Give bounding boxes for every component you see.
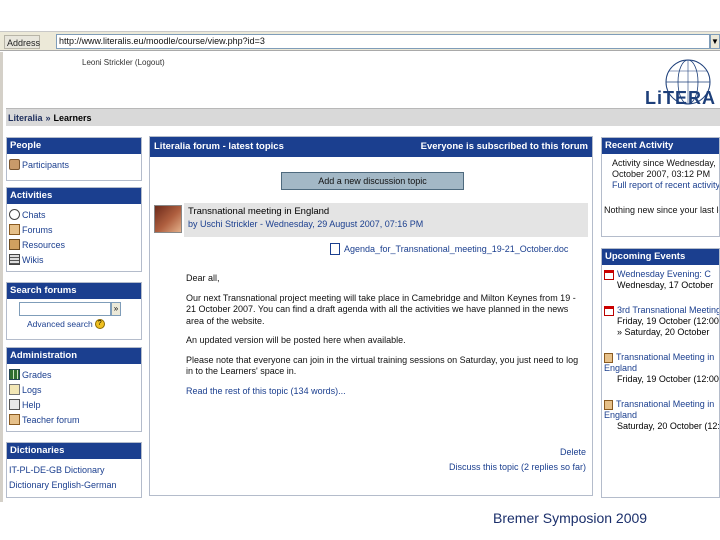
event-date: Wednesday, 17 October	[617, 280, 714, 290]
search-forums-title: Search forums	[7, 283, 141, 299]
grades-icon	[9, 369, 20, 380]
people-block-title: People	[7, 138, 141, 154]
logs-link[interactable]: Logs	[9, 382, 139, 397]
breadcrumb-current: Learners	[53, 113, 92, 123]
wiki-icon	[9, 254, 20, 265]
address-dropdown-icon[interactable]: ▼	[710, 34, 720, 49]
calendar-icon	[604, 269, 614, 280]
forum-latest-topics: Literalia forum - latest topics Everyone…	[149, 136, 593, 496]
read-rest-link[interactable]: Read the rest of this topic (134 words).…	[186, 386, 586, 398]
participants-link[interactable]: Participants	[9, 157, 139, 172]
administration-block: Administration Grades Logs Help Teacher …	[6, 347, 142, 432]
search-forums-block: Search forums » Advanced search ?	[6, 282, 142, 340]
forums-link[interactable]: Forums	[9, 222, 139, 237]
teacher-forum-link[interactable]: Teacher forum	[9, 412, 139, 427]
administration-title: Administration	[7, 348, 141, 364]
post-paragraph: Dear all,	[186, 273, 220, 283]
avatar[interactable]	[154, 205, 182, 233]
post-header: Transnational meeting in England by Usch…	[184, 203, 588, 237]
search-go-button[interactable]: »	[111, 302, 121, 316]
breadcrumb-separator: »	[45, 113, 51, 123]
document-icon	[330, 243, 340, 255]
calendar-icon	[604, 305, 614, 316]
event-date: » Saturday, 20 October	[617, 327, 710, 337]
post-subject: Transnational meeting in England	[188, 206, 330, 217]
forum-header: Literalia forum - latest topics Everyone…	[150, 137, 592, 157]
people-icon	[9, 159, 20, 170]
activity-since: Activity since Wednesday,	[612, 158, 716, 168]
address-label: Address	[4, 35, 40, 49]
post-paragraph: An updated version will be posted here w…	[186, 335, 406, 345]
nothing-new-text: Nothing new since your last login	[604, 205, 719, 215]
post-paragraph: Please note that everyone can join in th…	[186, 354, 579, 377]
post-byline[interactable]: by Uschi Strickler - Wednesday, 29 Augus…	[188, 219, 584, 229]
event-title[interactable]: Transnational Meeting in	[616, 352, 714, 363]
event-date: Friday, 19 October (12:00)	[617, 374, 720, 384]
teacher-forum-icon	[9, 414, 20, 425]
discuss-topic-link[interactable]: Discuss this topic (2 replies so far)	[449, 460, 586, 475]
breadcrumb-home-link[interactable]: Literalia	[8, 113, 43, 123]
event-title[interactable]: England	[604, 363, 637, 374]
event-title[interactable]: Wednesday Evening: C	[617, 269, 711, 280]
resources-link[interactable]: Resources	[9, 237, 139, 252]
upcoming-events-title: Upcoming Events	[602, 249, 719, 265]
address-bar: Address http://www.literalis.eu/moodle/c…	[0, 31, 720, 51]
event-item: Transnational Meeting in England Friday,…	[604, 352, 720, 385]
activity-since-date: October 2007, 03:12 PM	[612, 169, 711, 179]
help-icon[interactable]: ?	[94, 319, 105, 329]
add-discussion-button[interactable]: Add a new discussion topic	[281, 172, 464, 190]
breadcrumb: Literalia» Learners	[6, 108, 720, 126]
url-input[interactable]: http://www.literalis.eu/moodle/course/vi…	[56, 34, 710, 49]
recent-activity-title: Recent Activity	[602, 138, 719, 154]
event-icon	[604, 352, 613, 363]
dictionary-link[interactable]: Dictionary English-German	[9, 477, 139, 492]
logo-text: LiTERA	[645, 88, 716, 108]
wikis-link[interactable]: Wikis	[9, 252, 139, 267]
login-info[interactable]: Leoni Strickler (Logout)	[82, 58, 165, 67]
event-item: 3rd Transnational Meeting Friday, 19 Oct…	[604, 305, 720, 338]
activities-block-title: Activities	[7, 188, 141, 204]
advanced-search-link[interactable]: Advanced search	[27, 319, 93, 329]
event-title[interactable]: 3rd Transnational Meeting	[617, 305, 719, 316]
post-footer: Delete Discuss this topic (2 replies so …	[449, 445, 586, 475]
forum-post: Transnational meeting in England by Usch…	[152, 201, 590, 491]
event-title[interactable]: Transnational Meeting in	[616, 399, 714, 410]
resource-icon	[9, 239, 20, 250]
full-report-link[interactable]: Full report of recent activity	[612, 180, 719, 191]
help-link[interactable]: Help	[9, 397, 139, 412]
forum-subscription-link[interactable]: Everyone is subscribed to this forum	[421, 137, 588, 157]
chat-icon	[9, 209, 20, 220]
dictionaries-block: Dictionaries IT-PL-DE-GB Dictionary Dict…	[6, 442, 142, 498]
event-title[interactable]: England	[604, 410, 637, 421]
event-date: Saturday, 20 October (12:00)	[617, 421, 720, 431]
dictionaries-title: Dictionaries	[7, 443, 141, 459]
event-date: Friday, 19 October (12:00)	[617, 316, 720, 326]
dictionary-link[interactable]: IT-PL-DE-GB Dictionary	[9, 462, 139, 477]
post-body: Dear all, Our next Transnational project…	[186, 273, 586, 397]
slide-caption: Bremer Symposion 2009	[493, 510, 648, 526]
delete-link[interactable]: Delete	[449, 445, 586, 460]
window-edge	[0, 52, 3, 502]
forum-icon	[9, 224, 20, 235]
help-page-icon	[9, 399, 20, 410]
attachment-link[interactable]: Agenda_for_Transnational_meeting_19-21_O…	[330, 243, 568, 255]
event-item: Transnational Meeting in England Saturda…	[604, 399, 720, 432]
grades-link[interactable]: Grades	[9, 367, 139, 382]
event-icon	[604, 399, 613, 410]
chats-link[interactable]: Chats	[9, 207, 139, 222]
logs-icon	[9, 384, 20, 395]
upcoming-events-block: Upcoming Events Wednesday Evening: C Wed…	[601, 248, 720, 498]
event-item: Wednesday Evening: C Wednesday, 17 Octob…	[604, 269, 717, 291]
people-block: People Participants	[6, 137, 142, 181]
post-paragraph: Our next Transnational project meeting w…	[186, 292, 576, 326]
forum-search-input[interactable]	[19, 302, 111, 316]
activities-block: Activities Chats Forums Resources Wikis	[6, 187, 142, 272]
forum-title[interactable]: Literalia forum - latest topics	[154, 137, 284, 157]
recent-activity-block: Recent Activity Activity since Wednesday…	[601, 137, 720, 237]
